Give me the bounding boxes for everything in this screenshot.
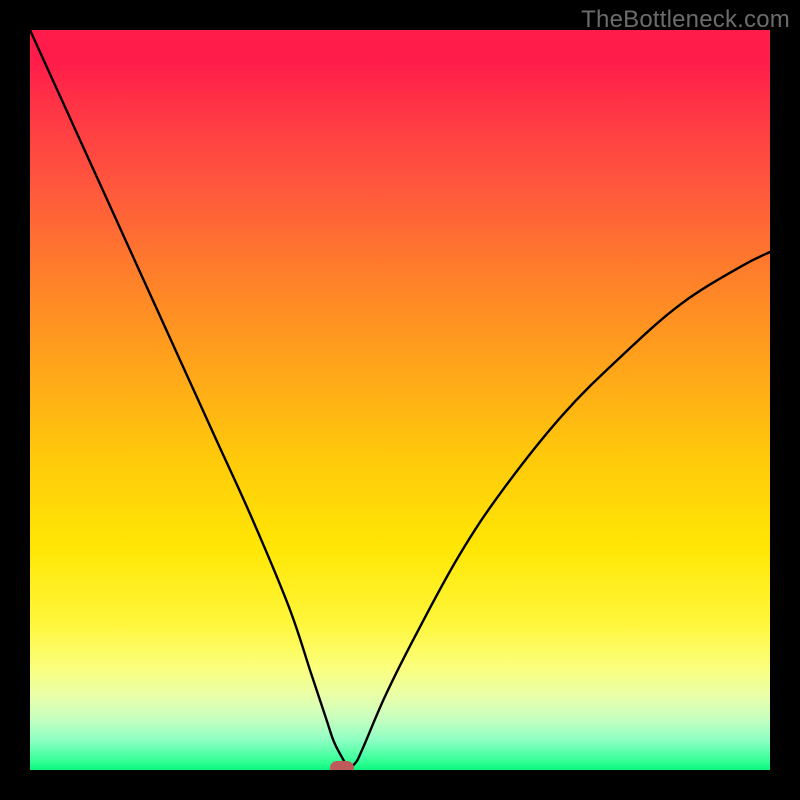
- chart-wrapper: TheBottleneck.com: [0, 0, 800, 800]
- optimal-marker: [330, 761, 354, 770]
- plot-area: [30, 30, 770, 770]
- bottleneck-curve: [30, 30, 770, 770]
- watermark-text: TheBottleneck.com: [581, 6, 790, 34]
